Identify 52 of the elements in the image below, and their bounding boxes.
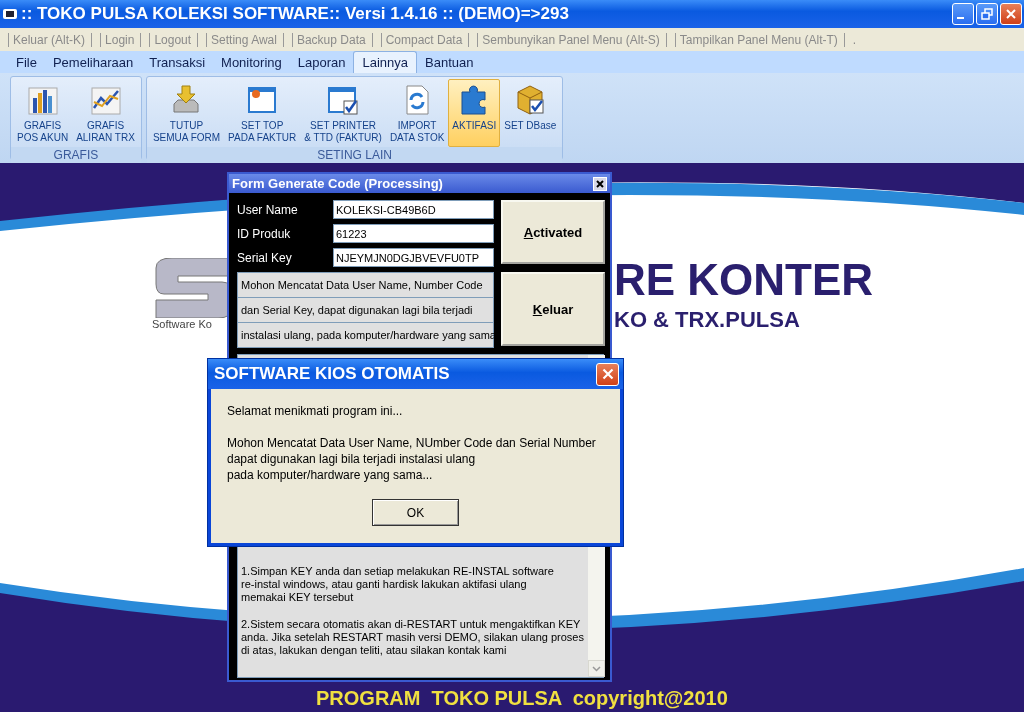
window-title: :: TOKO PULSA KOLEKSI SOFTWARE:: Versi 1.4.16 :: (DEMO)=>293 — [21, 4, 570, 24]
restore-button[interactable] — [976, 3, 998, 25]
ribbon-button[interactable]: TUTUP SEMUA FORM — [148, 79, 225, 147]
footer-text: PROGRAM TOKO PULSA copyright@2010 — [316, 687, 728, 710]
box-check-icon — [514, 84, 547, 116]
message-text: Mohon Mencatat Data User Name, NUmber Code dan Serial Number dapat digunakan lagi bila terjadi instalasi ulang pada komputer/hardware yang sama... — [227, 435, 597, 483]
close-icon — [1005, 8, 1017, 20]
restore-icon — [981, 8, 993, 20]
ribbon-tab[interactable]: Transaksi — [141, 52, 214, 73]
close-icon — [601, 368, 614, 380]
form-button[interactable]: Keluar — [501, 272, 605, 346]
ribbon-tab[interactable]: Lainnya — [353, 51, 417, 73]
ribbon-button[interactable]: IMPORT DATA STOK — [385, 79, 449, 147]
window-icon — [246, 84, 279, 116]
input-field[interactable]: NJEYMJN0DGJBVEVFU0TP — [333, 248, 494, 267]
ribbon-button[interactable]: SET PRINTER & TTD (FAKTUR) — [300, 79, 386, 147]
chevron-down-icon — [592, 665, 601, 672]
subheading-text: KO & TRX.PULSA — [614, 307, 800, 333]
ribbon-button[interactable]: GRAFIS ALIRAN TRX — [72, 79, 139, 147]
ok-button[interactable]: OK — [372, 499, 459, 526]
input-field[interactable]: KOLEKSI-CB49B6D — [333, 200, 494, 219]
ribbon-tab[interactable]: File — [8, 52, 45, 73]
form-button[interactable]: Activated — [501, 200, 605, 264]
ribbon-button[interactable]: GRAFIS POS AKUN — [13, 79, 73, 147]
menu-overflow-mark: . — [852, 32, 857, 47]
ribbon-tab[interactable]: Laporan — [289, 52, 354, 73]
bar-chart-icon — [26, 84, 59, 116]
window-check-icon — [327, 84, 360, 116]
close-button[interactable] — [593, 176, 607, 191]
field-label: ID Produk — [237, 226, 291, 241]
app-icon — [2, 6, 18, 22]
field-label: Serial Key — [237, 250, 292, 265]
minimize-button[interactable] — [952, 3, 974, 25]
input-field[interactable]: 61223 — [333, 224, 494, 243]
ribbon-button[interactable]: SET DBase — [500, 79, 561, 147]
scroll-down-button[interactable] — [588, 660, 605, 677]
form-title: Form Generate Code (Processing) — [232, 176, 443, 191]
message-text: Selamat menikmati program ini... — [227, 403, 404, 419]
ribbon-tab[interactable]: Pemeliharaan — [44, 52, 142, 73]
notice-text: dan Serial Key, dapat digunakan lagi bila terjadi — [238, 298, 493, 323]
minimize-icon — [956, 17, 964, 19]
tagline-text: Software Ko — [152, 318, 212, 330]
line-chart-icon — [89, 84, 122, 116]
ribbon-button[interactable]: SET TOP PADA FAKTUR — [224, 79, 301, 147]
notice-text: Mohon Mencatat Data User Name, Number Code — [238, 273, 493, 298]
dialog-title: SOFTWARE KIOS OTOMATIS — [214, 364, 450, 384]
heading-text: RE KONTER — [614, 255, 874, 305]
ribbon-tab[interactable]: Bantuan — [417, 52, 482, 73]
ribbon-tab[interactable]: Monitoring — [213, 52, 290, 73]
field-label: User Name — [237, 202, 298, 217]
ribbon-button[interactable]: AKTIFASI — [448, 79, 501, 147]
close-icon — [596, 179, 604, 188]
